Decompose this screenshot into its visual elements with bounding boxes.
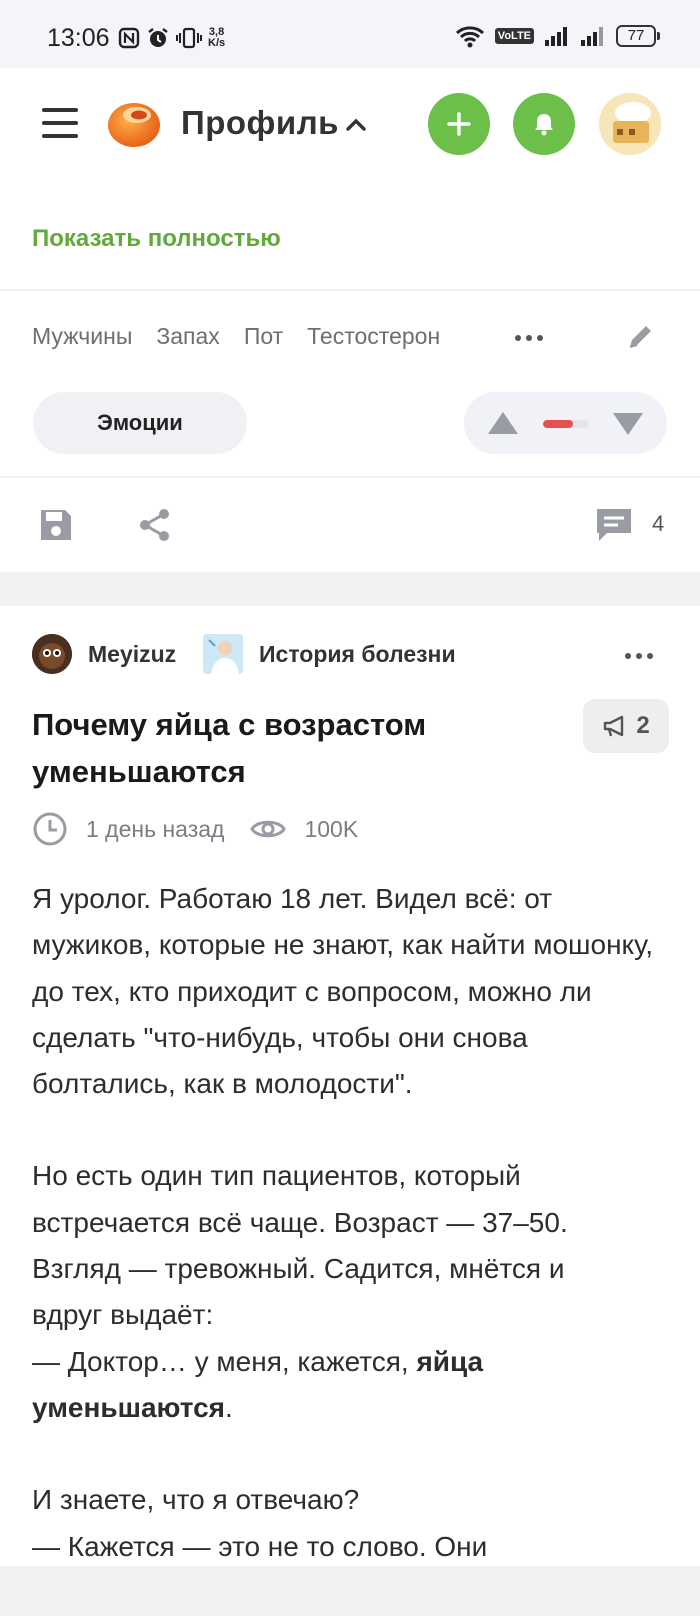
tag-item[interactable]: Тестостерон: [307, 323, 440, 350]
post-line: Взгляд — тревожный. Садится, мнётся и: [32, 1253, 565, 1285]
community-avatar[interactable]: [203, 634, 243, 674]
battery-indicator: 77: [616, 25, 660, 47]
divider: [0, 289, 700, 291]
post-line: встречается всё чаще. Возраст — 37–50.: [32, 1206, 568, 1238]
previous-post-card: Показать полностью Мужчины Запах Пот Тес…: [0, 178, 700, 572]
signal-icon-2: [581, 27, 603, 46]
views-count: 100K: [304, 815, 359, 842]
community-name[interactable]: История болезни: [259, 641, 456, 668]
comment-count[interactable]: 4: [652, 511, 664, 537]
tag-item[interactable]: Пот: [244, 323, 283, 350]
avatar-image-icon: [599, 93, 661, 155]
post-line: вдруг выдаёт:: [32, 1299, 214, 1331]
page-title[interactable]: Профиль: [181, 104, 339, 142]
bold-text: уменьшаются: [32, 1391, 225, 1423]
chevron-up-icon[interactable]: [345, 117, 367, 131]
menu-icon[interactable]: [42, 108, 78, 138]
bold-text: яйца: [416, 1345, 484, 1377]
promo-count: 2: [636, 712, 650, 739]
vibrate-icon: [176, 27, 202, 49]
rating-widget: [464, 392, 667, 454]
views-icon: [250, 820, 287, 838]
wifi-icon: [455, 26, 484, 48]
tag-item[interactable]: Мужчины: [32, 323, 132, 350]
comments-icon[interactable]: [595, 507, 633, 543]
post-paragraph: И знаете, что я отвечаю? — Кажется — это…: [32, 1477, 672, 1570]
more-tags-icon[interactable]: [515, 335, 543, 341]
post-title[interactable]: Почему яйца с возрастом уменьшаются: [32, 701, 562, 795]
author-name[interactable]: Meyizuz: [88, 641, 176, 668]
post-menu-icon[interactable]: [625, 653, 653, 659]
author-avatar[interactable]: [32, 634, 72, 674]
save-icon[interactable]: [38, 507, 74, 543]
rating-bar-negative: [543, 420, 573, 428]
post-paragraph: Я уролог. Работаю 18 лет. Видел всё: от …: [32, 883, 654, 1100]
add-post-button[interactable]: [428, 93, 490, 155]
share-icon[interactable]: [137, 507, 173, 543]
promo-badge[interactable]: 2: [583, 699, 669, 753]
upvote-icon[interactable]: [486, 410, 520, 436]
edit-tags-icon[interactable]: [626, 321, 656, 351]
post-paragraph: Но есть один тип пациентов, который встр…: [32, 1153, 672, 1431]
status-bar: 13:06 3,8 K/s VoLTE 77: [0, 0, 700, 68]
logo-icon: [108, 103, 160, 147]
post-line: — Доктор… у меня, кажется,: [32, 1345, 417, 1377]
status-time: 13:06: [47, 24, 110, 52]
downvote-icon[interactable]: [611, 411, 645, 437]
nfc-icon: [118, 27, 140, 49]
volte-badge: VoLTE: [494, 28, 534, 44]
megaphone-icon: [604, 715, 624, 737]
tag-list: Мужчины Запах Пот Тестостерон: [32, 323, 440, 350]
community-image-icon: [203, 634, 243, 674]
post-body: Я уролог. Работаю 18 лет. Видел всё: от …: [32, 876, 672, 1616]
rating-bar: [543, 420, 589, 428]
post-line: .: [225, 1391, 233, 1423]
post-actions: 4: [0, 478, 700, 572]
post-time: 1 день назад: [86, 815, 225, 842]
emotions-button[interactable]: Эмоции: [33, 392, 247, 454]
show-full-link[interactable]: Показать полностью: [32, 225, 281, 253]
post-line: — Кажется — это не то слово. Они: [32, 1530, 488, 1562]
tag-item[interactable]: Запах: [156, 323, 219, 350]
plus-icon: [447, 112, 471, 136]
user-avatar[interactable]: [599, 93, 661, 155]
net-speed-unit: K/s: [208, 37, 226, 49]
notifications-button[interactable]: [513, 93, 575, 155]
post-line: Но есть один тип пациентов, который: [32, 1160, 521, 1192]
bell-icon: [535, 114, 553, 136]
network-speed: 3,8 K/s: [208, 27, 225, 49]
signal-icon-1: [545, 27, 567, 46]
post-meta: 1 день назад 100K: [32, 811, 358, 847]
alarm-icon: [148, 28, 168, 47]
clock-icon: [33, 812, 67, 846]
author-avatar-icon: [32, 634, 72, 674]
post-card: Meyizuz История болезни Почему яйца с во…: [0, 606, 700, 1566]
app-header: Профиль: [0, 68, 700, 178]
post-line: И знаете, что я отвечаю?: [32, 1484, 360, 1516]
